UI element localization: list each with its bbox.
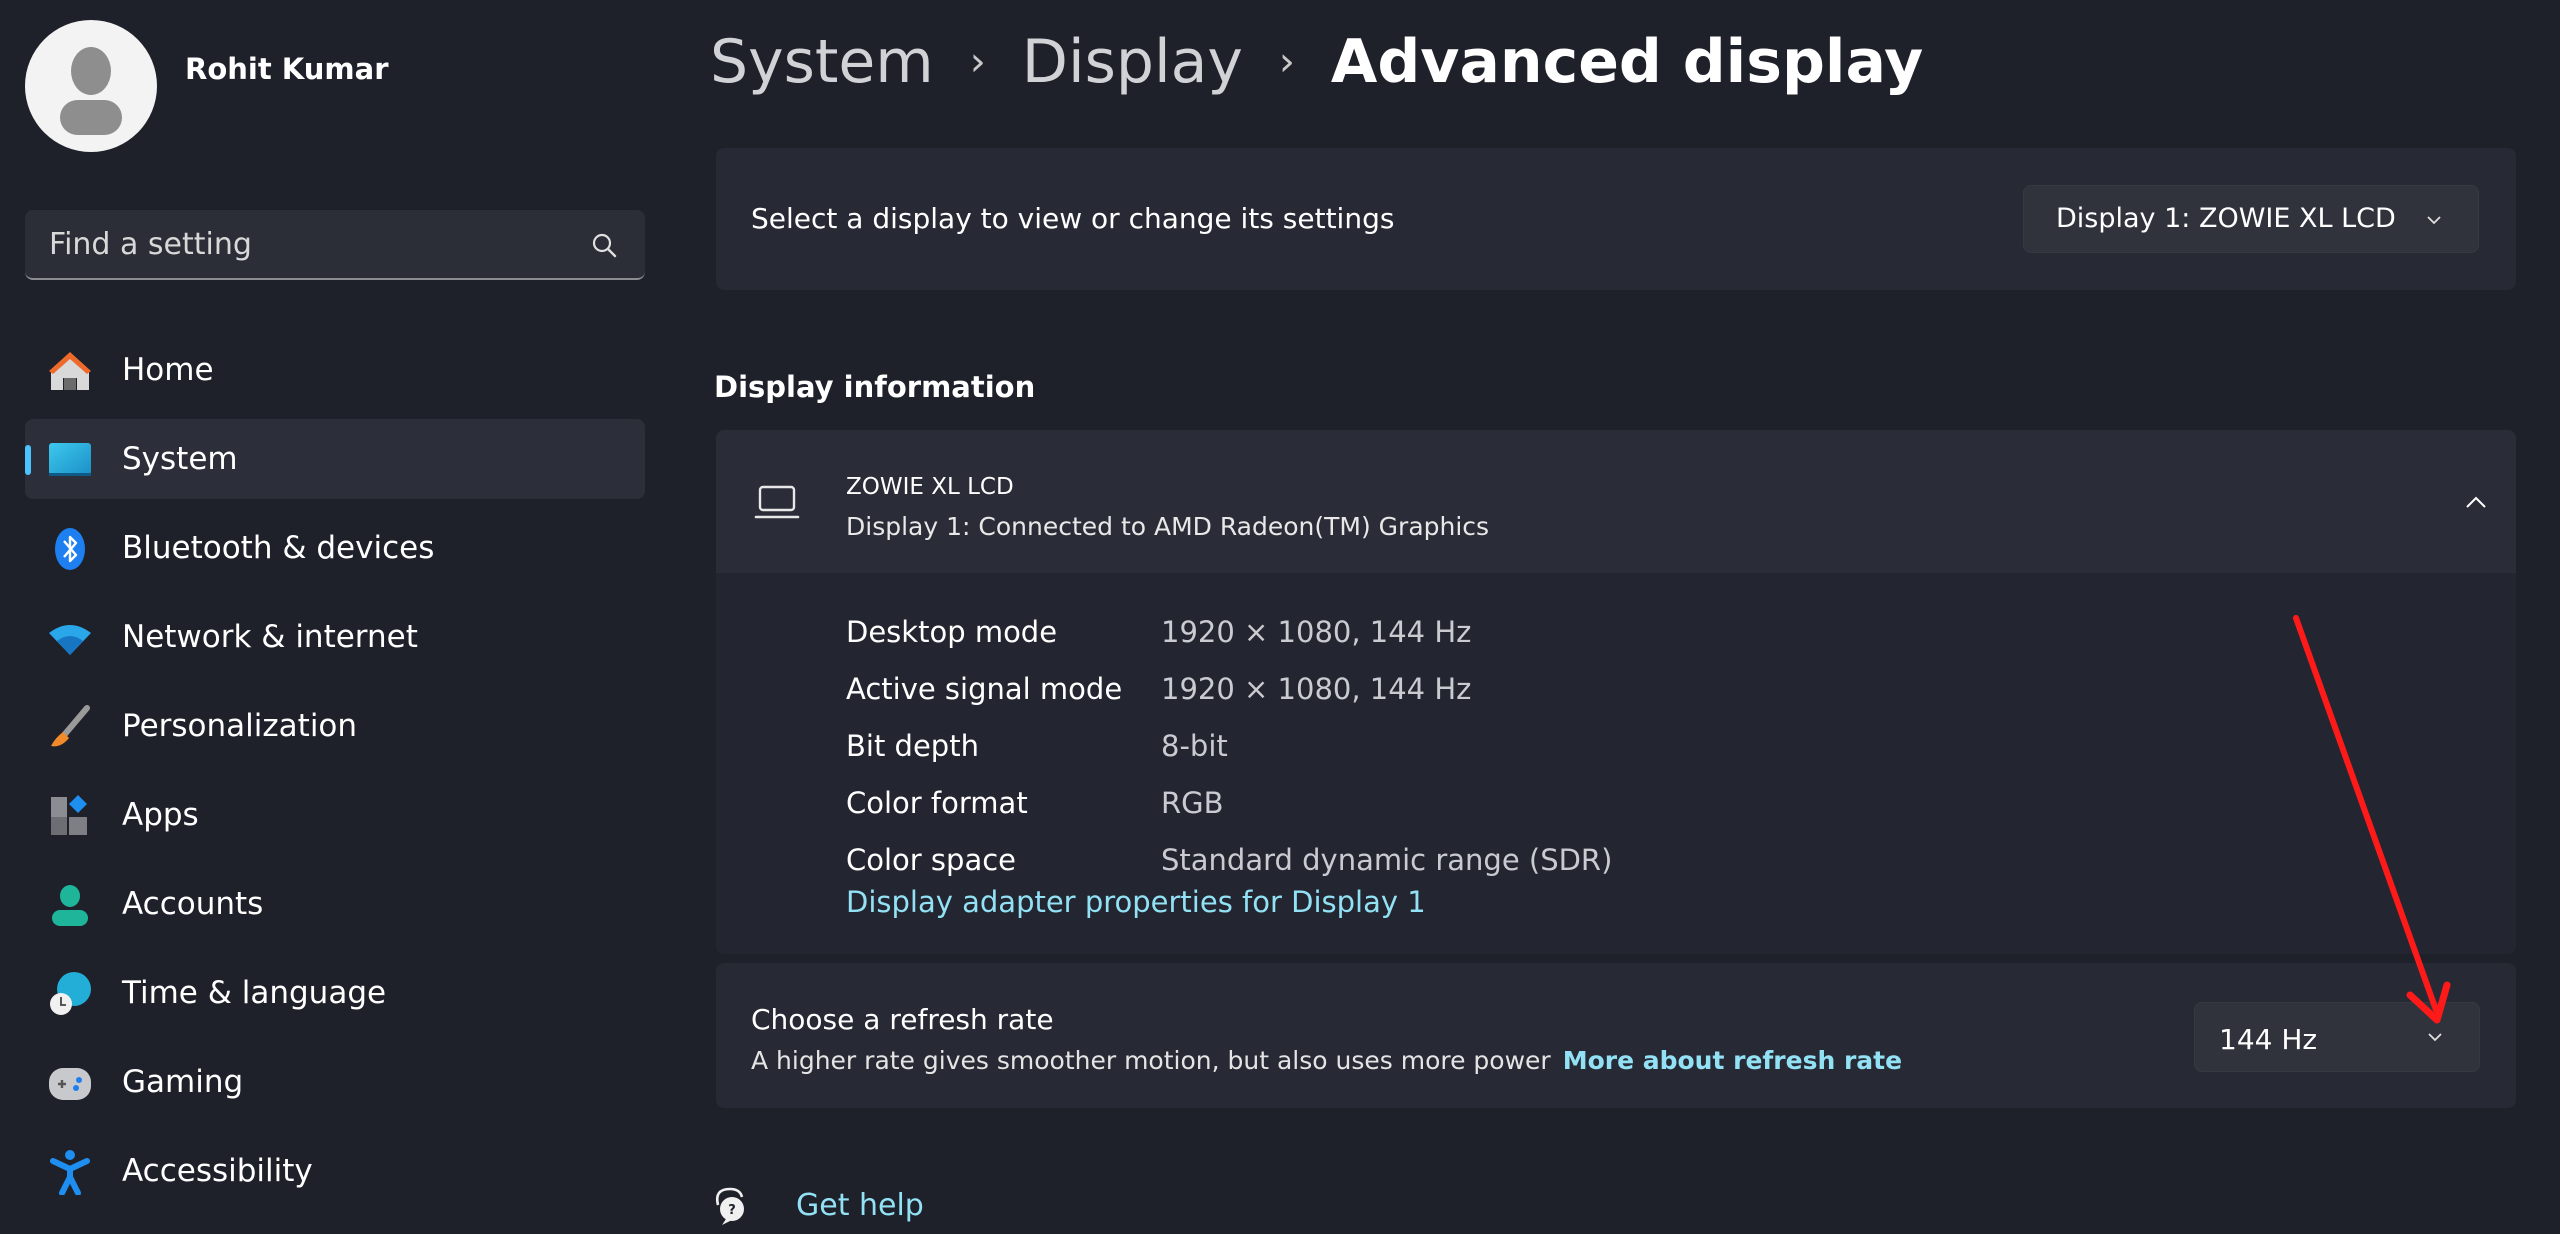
sidebar-item-label: Network & internet bbox=[122, 619, 418, 655]
sidebar-item-network[interactable]: Network & internet bbox=[25, 597, 645, 677]
info-row: Desktop mode 1920 × 1080, 144 Hz bbox=[846, 603, 1612, 660]
sidebar: Rohit Kumar Home System bbox=[0, 0, 680, 1234]
sidebar-item-bluetooth[interactable]: Bluetooth & devices bbox=[25, 508, 645, 588]
sidebar-item-accessibility[interactable]: Accessibility bbox=[25, 1131, 645, 1211]
wifi-icon bbox=[49, 625, 91, 655]
search-icon[interactable] bbox=[591, 232, 617, 258]
sidebar-item-label: Gaming bbox=[122, 1064, 244, 1100]
sidebar-item-label: Time & language bbox=[122, 975, 387, 1011]
breadcrumb-display[interactable]: Display bbox=[1022, 27, 1243, 97]
info-row: Color format RGB bbox=[846, 774, 1612, 831]
refresh-rate-card: Choose a refresh rate A higher rate give… bbox=[716, 963, 2516, 1108]
info-value: 1920 × 1080, 144 Hz bbox=[1161, 671, 1472, 706]
sidebar-item-label: System bbox=[122, 441, 238, 477]
get-help[interactable]: ? Get help bbox=[712, 1185, 924, 1225]
page-title: Advanced display bbox=[1330, 27, 1924, 97]
sidebar-item-apps[interactable]: Apps bbox=[25, 775, 645, 855]
system-icon bbox=[49, 443, 91, 476]
info-key: Bit depth bbox=[846, 728, 979, 763]
chevron-right-icon: › bbox=[1278, 39, 1295, 85]
sidebar-item-home[interactable]: Home bbox=[25, 330, 645, 410]
display-select-label: Select a display to view or change its s… bbox=[751, 202, 1395, 235]
gamepad-icon bbox=[49, 1068, 91, 1100]
info-value: 1920 × 1080, 144 Hz bbox=[1161, 614, 1472, 649]
refresh-rate-description-text: A higher rate gives smoother motion, but… bbox=[751, 1046, 1551, 1075]
svg-text:?: ? bbox=[728, 1203, 736, 1218]
selected-indicator bbox=[25, 445, 31, 475]
paintbrush-icon bbox=[51, 705, 90, 747]
sidebar-item-label: Accounts bbox=[122, 886, 264, 922]
breadcrumb: System › Display › Advanced display bbox=[710, 22, 1923, 102]
avatar[interactable] bbox=[25, 20, 157, 152]
display-select-value: Display 1: ZOWIE XL LCD bbox=[2056, 203, 2396, 234]
chevron-down-icon bbox=[2428, 1033, 2442, 1042]
info-value: RGB bbox=[1161, 785, 1224, 820]
display-info-card: ZOWIE XL LCD Display 1: Connected to AMD… bbox=[716, 430, 2516, 954]
display-adapter-properties-link[interactable]: Display adapter properties for Display 1 bbox=[846, 885, 1426, 919]
sidebar-item-accounts[interactable]: Accounts bbox=[25, 864, 645, 944]
more-about-refresh-rate-link[interactable]: More about refresh rate bbox=[1563, 1046, 1902, 1075]
sidebar-item-gaming[interactable]: Gaming bbox=[25, 1042, 645, 1122]
laptop-icon bbox=[754, 485, 800, 519]
monitor-connection: Display 1: Connected to AMD Radeon(TM) G… bbox=[846, 512, 1490, 541]
time-language-icon bbox=[50, 972, 91, 1015]
sidebar-item-personalization[interactable]: Personalization bbox=[25, 686, 645, 766]
info-row: Bit depth 8-bit bbox=[846, 717, 1612, 774]
refresh-rate-dropdown[interactable]: 144 Hz bbox=[2194, 1002, 2480, 1072]
get-help-link[interactable]: Get help bbox=[796, 1188, 924, 1223]
sidebar-item-label: Apps bbox=[122, 797, 199, 833]
chevron-up-icon[interactable] bbox=[2462, 488, 2490, 516]
info-row: Color space Standard dynamic range (SDR) bbox=[846, 831, 1612, 888]
refresh-rate-title: Choose a refresh rate bbox=[751, 1003, 1054, 1036]
accounts-icon bbox=[52, 885, 88, 926]
display-info-rows: Desktop mode 1920 × 1080, 144 Hz Active … bbox=[846, 603, 1612, 888]
breadcrumb-system[interactable]: System bbox=[710, 27, 934, 97]
avatar-body-shape bbox=[60, 100, 122, 135]
refresh-rate-description: A higher rate gives smoother motion, but… bbox=[751, 1046, 1902, 1075]
display-select-card: Select a display to view or change its s… bbox=[716, 148, 2516, 290]
info-value: 8-bit bbox=[1161, 728, 1228, 763]
sidebar-item-system[interactable]: System bbox=[25, 419, 645, 499]
info-key: Color format bbox=[846, 785, 1028, 820]
info-key: Color space bbox=[846, 842, 1017, 877]
avatar-head-shape bbox=[71, 47, 111, 95]
monitor-name: ZOWIE XL LCD bbox=[846, 474, 1014, 500]
accessibility-icon bbox=[50, 1150, 90, 1195]
sidebar-item-time-language[interactable]: Time & language bbox=[25, 953, 645, 1033]
bluetooth-icon bbox=[55, 528, 85, 570]
info-key: Desktop mode bbox=[846, 614, 1058, 649]
sidebar-item-label: Accessibility bbox=[122, 1153, 313, 1189]
section-title-display-information: Display information bbox=[714, 370, 1036, 404]
chevron-down-icon bbox=[2427, 216, 2441, 225]
info-key: Active signal mode bbox=[846, 671, 1123, 706]
sidebar-item-label: Personalization bbox=[122, 708, 358, 744]
refresh-rate-value: 144 Hz bbox=[2219, 1023, 2318, 1056]
search-box[interactable] bbox=[25, 210, 645, 280]
display-info-header[interactable]: ZOWIE XL LCD Display 1: Connected to AMD… bbox=[716, 430, 2516, 573]
chevron-right-icon: › bbox=[969, 39, 986, 85]
sidebar-item-label: Bluetooth & devices bbox=[122, 530, 435, 566]
help-icon: ? bbox=[715, 1187, 744, 1225]
search-input[interactable] bbox=[49, 210, 569, 278]
sidebar-nav: Home System Bluetooth & devices Network bbox=[25, 330, 645, 1220]
info-value: Standard dynamic range (SDR) bbox=[1161, 842, 1613, 877]
home-icon bbox=[49, 352, 91, 390]
sidebar-item-label: Home bbox=[122, 352, 214, 388]
user-name: Rohit Kumar bbox=[185, 52, 389, 86]
info-row: Active signal mode 1920 × 1080, 144 Hz bbox=[846, 660, 1612, 717]
display-select-dropdown[interactable]: Display 1: ZOWIE XL LCD bbox=[2023, 185, 2479, 253]
apps-icon bbox=[51, 795, 87, 835]
